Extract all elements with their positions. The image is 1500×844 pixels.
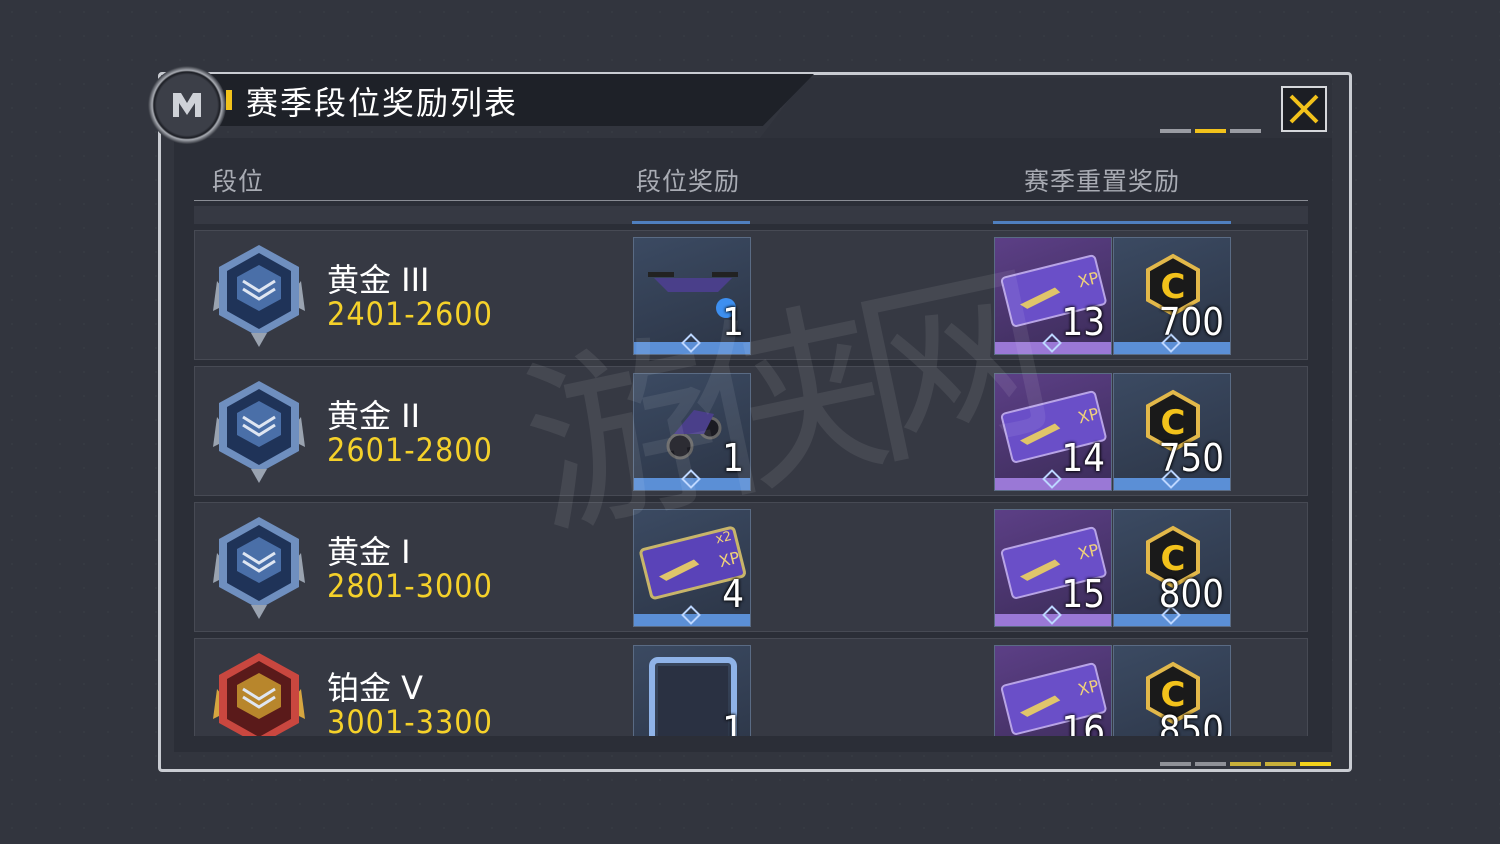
- rank-row: 黄金 III 2401-2600 1 XP 13 C 700: [194, 230, 1308, 360]
- cp-reward-item[interactable]: C 750: [1113, 373, 1231, 491]
- close-button[interactable]: [1281, 86, 1327, 132]
- rank-range: 2401-2600: [327, 295, 493, 333]
- rank-range: 3001-3300: [327, 703, 493, 736]
- cp-reward-item[interactable]: C 800: [1113, 509, 1231, 627]
- rank-range: 2601-2800: [327, 431, 493, 469]
- xp-card-reward-item[interactable]: XP 15: [994, 509, 1112, 627]
- rank-reward-item[interactable]: 1: [633, 373, 751, 491]
- xp-card-count: 16: [1061, 708, 1106, 736]
- page-indicator-top: [1160, 129, 1261, 133]
- xp-card-reward-item[interactable]: XP 16: [994, 645, 1112, 736]
- dialog-title: 赛季段位奖励列表: [246, 84, 519, 122]
- header-rank: 段位: [212, 167, 265, 196]
- platinum-tier-badge: [211, 649, 307, 736]
- rank-reward-item[interactable]: 1: [633, 645, 751, 736]
- rank-range: 2801-3000: [327, 567, 493, 605]
- xp-card-count: 15: [1061, 572, 1106, 616]
- close-icon: [1289, 94, 1319, 124]
- reward-count: 1: [722, 300, 744, 344]
- header-reset-reward: 赛季重置奖励: [1024, 167, 1181, 196]
- xp-card-count: 14: [1061, 436, 1106, 480]
- rank-reward-item[interactable]: XP x2 4: [633, 509, 751, 627]
- cp-reward-item[interactable]: C 850: [1113, 645, 1231, 736]
- rank-row: 黄金 I 2801-3000 XP x2 4 XP 15 C 800: [194, 502, 1308, 632]
- gold-tier-badge: [211, 377, 307, 487]
- header-rank-reward: 段位奖励: [636, 167, 741, 196]
- rank-row: 黄金 II 2601-2800 1 XP 14 C 750: [194, 366, 1308, 496]
- xp-card-count: 13: [1061, 300, 1106, 344]
- cp-count: 800: [1158, 572, 1224, 616]
- reward-count: 1: [722, 436, 744, 480]
- page-indicator-bottom: [1160, 762, 1331, 766]
- gold-tier-badge: [211, 513, 307, 623]
- cp-count: 700: [1158, 300, 1224, 344]
- reward-count: 4: [722, 572, 744, 616]
- cp-reward-item[interactable]: C 700: [1113, 237, 1231, 355]
- game-logo-icon: [148, 66, 226, 144]
- rank-reward-item[interactable]: 1: [633, 237, 751, 355]
- header-divider: [194, 200, 1308, 201]
- title-accent-bar: [226, 90, 232, 110]
- previous-row-peek: [194, 206, 1308, 224]
- rank-row: 铂金 V 3001-3300 1 XP 16 C 850: [194, 638, 1308, 736]
- cp-count: 750: [1158, 436, 1224, 480]
- xp-card-reward-item[interactable]: XP 13: [994, 237, 1112, 355]
- reward-count: 1: [722, 708, 744, 736]
- reward-list[interactable]: 黄金 III 2401-2600 1 XP 13 C 700 黄金 II 260…: [194, 206, 1312, 736]
- xp-card-reward-item[interactable]: XP 14: [994, 373, 1112, 491]
- cp-count: 850: [1158, 708, 1224, 736]
- gold-tier-badge: [211, 241, 307, 351]
